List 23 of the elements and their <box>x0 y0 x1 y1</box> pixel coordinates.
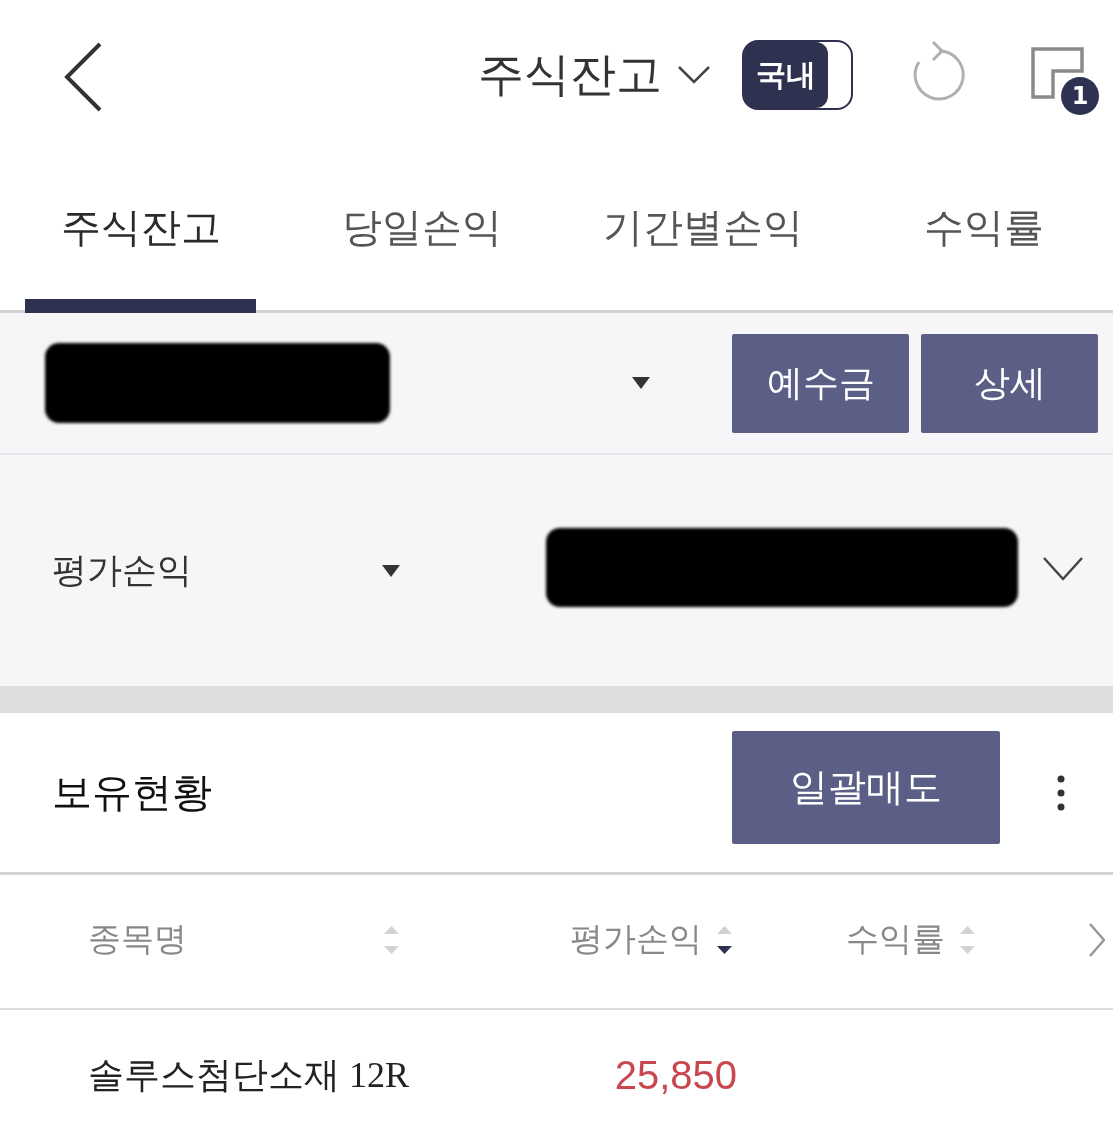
column-header[interactable]: 평가손익 <box>570 917 702 962</box>
sell-all-button[interactable]: 일괄매도 <box>732 731 1000 844</box>
summary-label[interactable]: 평가손익 <box>52 547 192 594</box>
section-title: 보유현황 <box>52 768 212 817</box>
more-icon[interactable] <box>1057 774 1065 811</box>
caret-icon[interactable] <box>632 377 650 389</box>
market-toggle[interactable]: 국내 <box>742 40 853 110</box>
tab[interactable]: 수익률 <box>868 150 1099 313</box>
action-button[interactable]: 상세 <box>921 333 1098 433</box>
tab[interactable]: 기간별손익 <box>587 150 818 313</box>
column-header[interactable]: 수익률 <box>846 917 945 962</box>
action-button[interactable]: 예수금 <box>732 333 909 433</box>
chevron-down-icon[interactable] <box>1043 556 1083 581</box>
chevron-right-icon[interactable] <box>1089 922 1105 957</box>
profit-value: 25,850 <box>614 1053 737 1098</box>
back-icon[interactable] <box>64 41 102 112</box>
caret-icon[interactable] <box>382 564 400 577</box>
chevron-down-icon[interactable] <box>678 66 710 84</box>
stock-name[interactable]: 솔루스첨단소재 12R <box>88 1051 409 1100</box>
page-title[interactable]: 주식잔고 <box>478 44 662 106</box>
tab[interactable]: 당일손익 <box>306 150 537 313</box>
column-header[interactable]: 종목명 <box>88 917 187 962</box>
count-badge: 1 <box>1061 77 1099 115</box>
